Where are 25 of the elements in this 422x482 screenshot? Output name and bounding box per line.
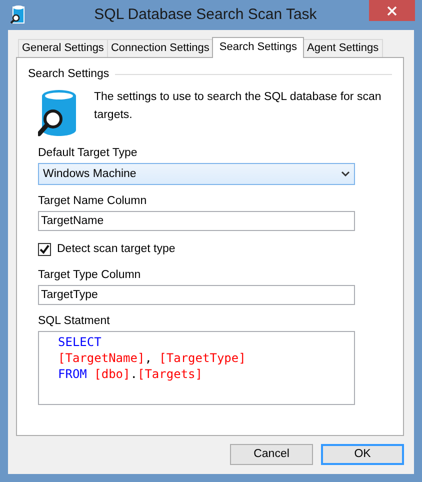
field-label: Target Type Column	[38, 268, 142, 282]
code-editor[interactable]: SELECT [TargetName], [TargetType] FROM [dbo].[Targets]	[38, 330, 355, 404]
caret-icon	[341, 171, 350, 178]
field-label: SQL Statment	[38, 314, 111, 328]
ok-button[interactable]: OK	[321, 444, 404, 465]
description-text: The settings to use to search the SQL database for scan targets.	[94, 90, 382, 122]
close-icon	[387, 6, 397, 16]
database-search-icon	[10, 5, 26, 25]
dropdown[interactable]: Windows Machine	[38, 163, 355, 186]
window-title: SQL Database Search Scan Task	[93, 4, 318, 25]
input-field[interactable]: TargetType	[38, 284, 355, 304]
code-line: FROM [dbo].[Targets]	[58, 366, 204, 382]
tab[interactable]: Search Settings	[212, 37, 304, 58]
group-title: Search Settings	[28, 67, 110, 82]
cancel-button[interactable]: Cancel	[230, 444, 313, 465]
code-line: [TargetName], [TargetType]	[58, 350, 247, 366]
checkbox-label: Detect scan target type	[57, 242, 176, 258]
field-label: Target Name Column	[38, 194, 148, 210]
code-line: SELECT	[58, 334, 102, 350]
tab[interactable]: Agent Settings	[303, 39, 383, 57]
input-field[interactable]: TargetName	[38, 211, 355, 232]
field-label: Default Target Type	[38, 146, 138, 162]
close-button[interactable]	[369, 0, 415, 21]
checkbox[interactable]	[38, 243, 51, 256]
tab[interactable]: General Settings	[18, 39, 108, 57]
